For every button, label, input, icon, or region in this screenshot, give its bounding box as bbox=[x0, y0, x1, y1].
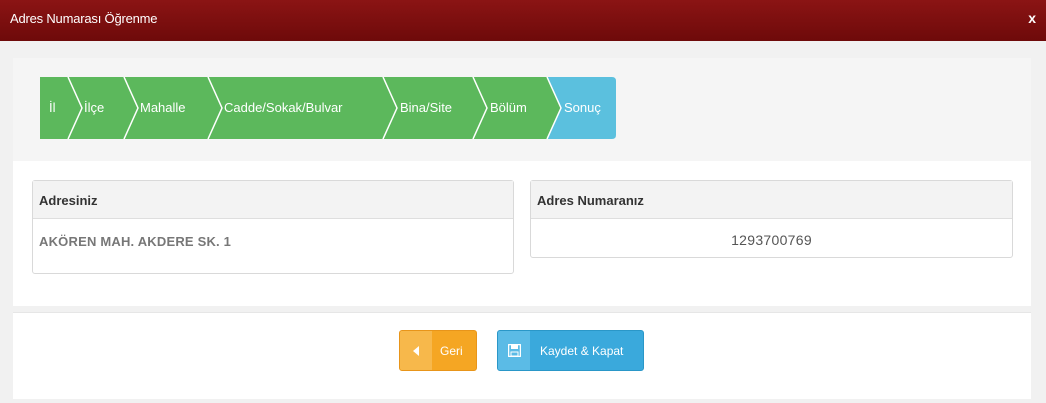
floppy-disk-icon bbox=[498, 331, 530, 370]
footer-panel: Geri Kaydet & Kapat bbox=[13, 312, 1031, 399]
address-number-box: Adres Numaranız 1293700769 bbox=[530, 180, 1013, 258]
address-box: Adresiniz AKÖREN MAH. AKDERE SK. 1 bbox=[32, 180, 514, 274]
address-number-value: 1293700769 bbox=[731, 232, 812, 248]
address-number-header: Adres Numaranız bbox=[531, 181, 1012, 219]
wizard-steps: İl İlçe Mahalle Cadde/Sokak/Bulvar Bina/… bbox=[40, 77, 616, 139]
wizard-step-label: Mahalle bbox=[140, 100, 186, 115]
wizard-step-label: Bölüm bbox=[490, 100, 527, 115]
wizard-step-label: Bina/Site bbox=[400, 100, 453, 115]
wizard-step-label: Sonuç bbox=[564, 100, 601, 115]
wizard-step-label: İl bbox=[49, 100, 56, 115]
save-close-button[interactable]: Kaydet & Kapat bbox=[497, 330, 644, 371]
wizard-band: İl İlçe Mahalle Cadde/Sokak/Bulvar Bina/… bbox=[13, 58, 1031, 161]
content-panel: İl İlçe Mahalle Cadde/Sokak/Bulvar Bina/… bbox=[13, 58, 1031, 306]
wizard-step-label: Cadde/Sokak/Bulvar bbox=[224, 100, 343, 115]
save-close-button-label: Kaydet & Kapat bbox=[540, 344, 624, 358]
wizard-step-label: İlçe bbox=[84, 100, 105, 115]
address-header: Adresiniz bbox=[33, 181, 513, 219]
caret-left-icon bbox=[400, 331, 432, 370]
dialog-title: Adres Numarası Öğrenme bbox=[10, 11, 158, 26]
dialog-titlebar: Adres Numarası Öğrenme x bbox=[0, 0, 1046, 41]
back-button[interactable]: Geri bbox=[399, 330, 477, 371]
close-button[interactable]: x bbox=[1028, 10, 1036, 26]
address-value: AKÖREN MAH. AKDERE SK. 1 bbox=[39, 234, 232, 249]
back-button-label: Geri bbox=[440, 344, 463, 358]
